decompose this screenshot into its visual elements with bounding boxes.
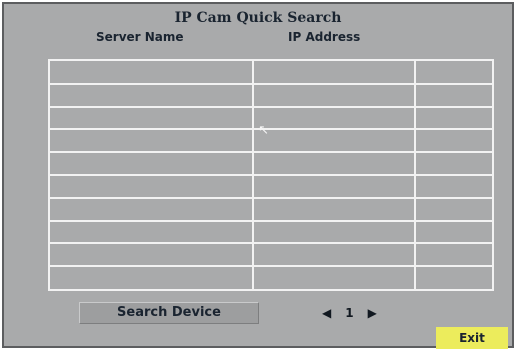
mouse-cursor-icon: ↖ — [258, 123, 269, 138]
dialog-title: IP Cam Quick Search — [174, 10, 342, 26]
triangle-left-icon[interactable]: ◀ — [322, 307, 331, 319]
table-row-divider — [50, 197, 492, 199]
table-row-divider — [50, 242, 492, 244]
triangle-right-icon[interactable]: ▶ — [368, 307, 377, 319]
column-header-ip-address: IP Address — [288, 30, 361, 44]
pagination: ◀ 1 ▶ — [322, 302, 377, 324]
table-row-divider — [50, 106, 492, 108]
quick-search-dialog: IP Cam Quick Search Server Name IP Addre… — [2, 2, 514, 349]
table-row-divider — [50, 220, 492, 222]
table-row-divider — [50, 265, 492, 267]
table-row-divider — [50, 83, 492, 85]
table-row-divider — [50, 174, 492, 176]
page-number: 1 — [345, 306, 354, 320]
results-table[interactable] — [48, 59, 494, 291]
column-header-server-name: Server Name — [96, 30, 184, 44]
search-device-button[interactable]: Search Device — [79, 302, 259, 324]
table-row-divider — [50, 151, 492, 153]
table-row-divider — [50, 128, 492, 130]
exit-button[interactable]: Exit — [436, 327, 508, 349]
